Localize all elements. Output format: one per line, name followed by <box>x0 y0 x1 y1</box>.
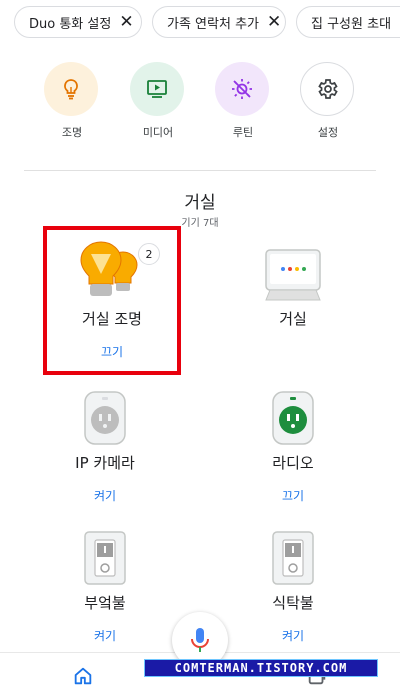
lightbulb-icon <box>64 79 78 100</box>
close-icon[interactable]: ✕ <box>119 13 133 31</box>
device-tile-living-room-display[interactable]: 거실 <box>218 248 368 329</box>
home-icon[interactable] <box>72 665 94 687</box>
room-title: 거실 <box>184 193 216 213</box>
device-toggle-button[interactable]: 켜기 <box>30 627 180 644</box>
device-name: 라디오 <box>272 454 314 472</box>
shortcut-label: 조명 <box>61 126 83 139</box>
smart-plug-on-icon <box>272 391 314 445</box>
suggestion-chips: Duo 통화 설정 ✕ 가족 연락처 추가 ✕ 집 구성원 초대 ✕ <box>0 6 400 40</box>
device-toggle-button[interactable]: 끄기 <box>218 487 368 504</box>
watermark: COMTERMAN.TISTORY.COM <box>144 659 378 677</box>
shortcut-routines[interactable]: 루틴 <box>215 62 271 140</box>
device-tile-radio[interactable]: 라디오 끄기 <box>218 390 368 504</box>
device-name: 식탁불 <box>272 594 314 612</box>
chip-label: 집 구성원 초대 <box>311 16 392 32</box>
smart-display-icon <box>265 249 321 301</box>
chip-duo-call-setup[interactable]: Duo 통화 설정 ✕ <box>14 6 142 38</box>
play-icon <box>147 80 167 98</box>
device-name: 거실 <box>279 310 307 328</box>
shortcut-lights[interactable]: 조명 <box>44 62 100 140</box>
device-tile-ip-camera[interactable]: IP 카메라 켜기 <box>30 390 180 504</box>
shortcut-label: 루틴 <box>232 126 254 139</box>
shortcut-circle <box>44 62 98 116</box>
chip-label: Duo 통화 설정 <box>29 16 112 32</box>
shortcut-media[interactable]: 미디어 <box>130 62 186 140</box>
device-tile-dining-light[interactable]: 식탁불 켜기 <box>218 530 368 644</box>
close-icon[interactable]: ✕ <box>267 13 281 31</box>
shortcut-label: 설정 <box>317 126 339 139</box>
section-divider <box>24 170 376 171</box>
shortcut-circle <box>130 62 184 116</box>
shortcut-settings[interactable]: 설정 <box>300 62 356 140</box>
chip-label: 가족 연락처 추가 <box>167 16 259 32</box>
chip-invite-home-members[interactable]: 집 구성원 초대 ✕ <box>296 6 400 38</box>
device-name: 부엌불 <box>84 594 126 612</box>
highlight-box <box>43 226 181 375</box>
device-tile-kitchen-light[interactable]: 부엌불 켜기 <box>30 530 180 644</box>
shortcut-circle <box>215 62 269 116</box>
gear-icon <box>318 79 338 99</box>
sun-off-icon <box>232 79 252 99</box>
microphone-icon <box>191 628 209 652</box>
light-switch-icon <box>272 531 314 585</box>
chip-add-family-contacts[interactable]: 가족 연락처 추가 ✕ <box>152 6 286 38</box>
device-name: IP 카메라 <box>75 454 135 472</box>
smart-plug-off-icon <box>84 391 126 445</box>
light-switch-icon <box>84 531 126 585</box>
device-toggle-button[interactable]: 켜기 <box>218 627 368 644</box>
device-toggle-button[interactable]: 켜기 <box>30 487 180 504</box>
shortcut-label: 미디어 <box>142 126 174 139</box>
shortcut-circle <box>300 62 354 116</box>
